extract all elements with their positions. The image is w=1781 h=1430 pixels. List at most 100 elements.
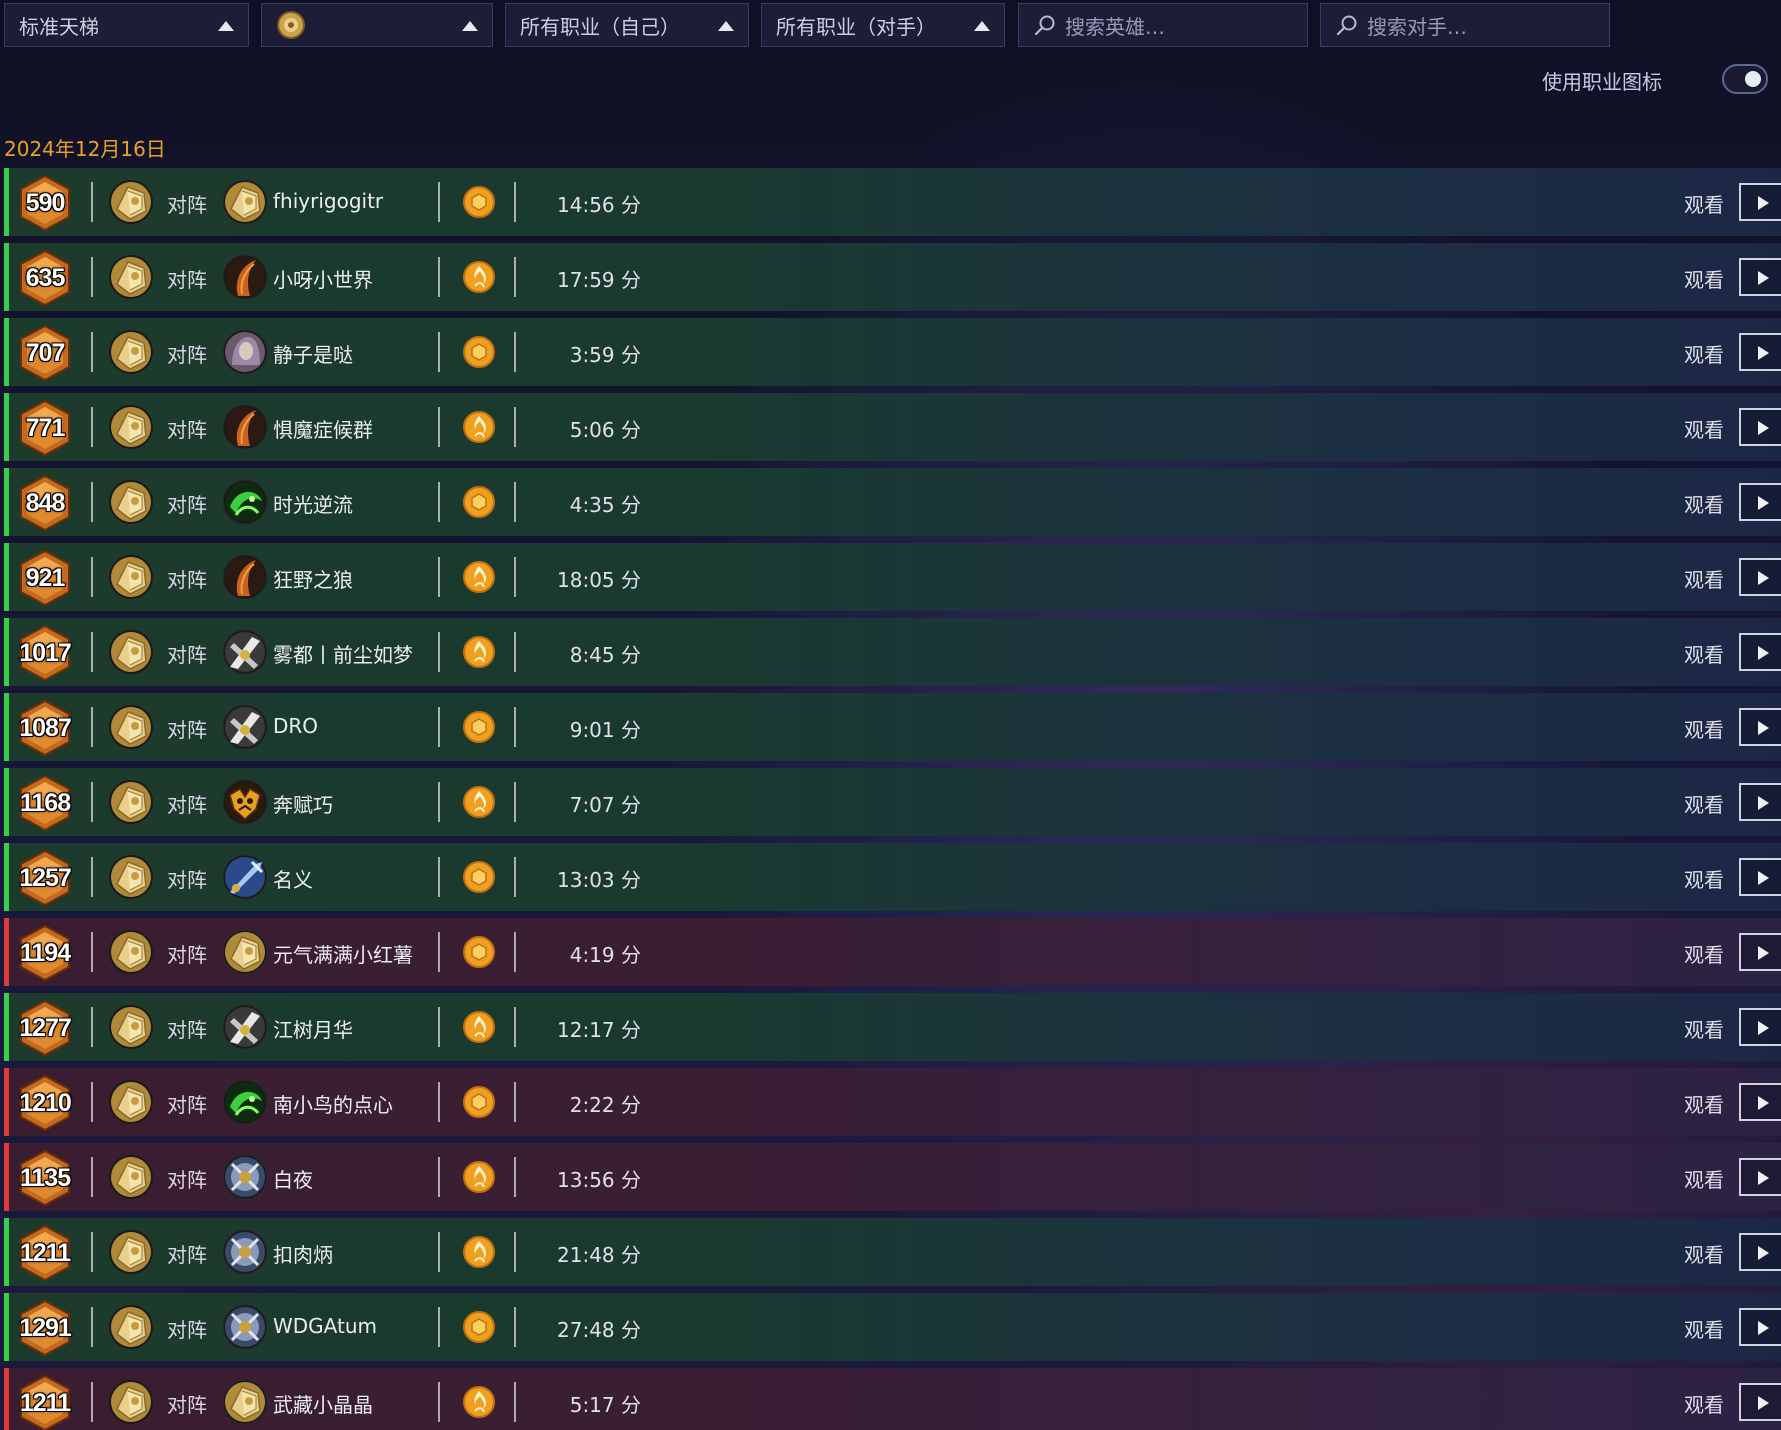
- match-row[interactable]: 1291 对阵 WDGAtum 27:48 分 观看: [4, 1293, 1781, 1361]
- watch-button[interactable]: [1739, 1083, 1781, 1121]
- watch-button[interactable]: [1739, 1008, 1781, 1046]
- watch-label[interactable]: 观看: [1684, 714, 1724, 743]
- match-row[interactable]: 635 对阵 小呀小世界 17:59 分 观看: [4, 243, 1781, 311]
- match-row[interactable]: 1087 对阵 DRO 9:01 分 观看: [4, 693, 1781, 761]
- watch-label[interactable]: 观看: [1684, 789, 1724, 818]
- result-indicator: [4, 1068, 9, 1136]
- caret-up-icon: [462, 21, 478, 31]
- watch-label[interactable]: 观看: [1684, 1239, 1724, 1268]
- result-indicator: [4, 1293, 9, 1361]
- class-self-dropdown[interactable]: 所有职业（自己）: [505, 3, 749, 47]
- vs-label: 对阵: [167, 1243, 207, 1267]
- match-row[interactable]: 1277 对阵 江树月华 12:17 分 观看: [4, 993, 1781, 1061]
- divider: [514, 332, 516, 372]
- watch-label[interactable]: 观看: [1684, 639, 1724, 668]
- watch-label[interactable]: 观看: [1684, 414, 1724, 443]
- opponent-name: 时光逆流: [273, 493, 353, 517]
- rank-badge: 1210: [18, 1074, 72, 1132]
- divider: [514, 1232, 516, 1272]
- watch-label[interactable]: 观看: [1684, 339, 1724, 368]
- rank-badge: 921: [18, 549, 72, 607]
- opponent-name: 静子是哒: [273, 343, 353, 367]
- divider: [91, 557, 93, 597]
- match-row[interactable]: 590 对阵 fhiyrigogitr 14:56 分 观看: [4, 168, 1781, 236]
- match-row[interactable]: 1194 对阵 元气满满小红薯 4:19 分 观看: [4, 918, 1781, 986]
- rogue-hero-icon: [222, 254, 268, 300]
- watch-button[interactable]: [1739, 1158, 1781, 1196]
- watch-button[interactable]: [1739, 933, 1781, 971]
- watch-button[interactable]: [1739, 708, 1781, 746]
- match-row[interactable]: 707 对阵 静子是哒 3:59 分 观看: [4, 318, 1781, 386]
- watch-label[interactable]: 观看: [1684, 1164, 1724, 1193]
- watch-button[interactable]: [1739, 858, 1781, 896]
- rank-number: 1211: [19, 1239, 71, 1267]
- watch-label[interactable]: 观看: [1684, 1314, 1724, 1343]
- play-icon: [1758, 271, 1769, 285]
- vs-label: 对阵: [167, 718, 207, 742]
- rank-type-dropdown[interactable]: [261, 3, 493, 47]
- play-icon: [1758, 1246, 1769, 1260]
- play-icon: [1758, 1321, 1769, 1335]
- divider: [438, 857, 440, 897]
- match-row[interactable]: 1135 对阵 白夜 13:56 分 观看: [4, 1143, 1781, 1211]
- watch-label[interactable]: 观看: [1684, 939, 1724, 968]
- match-row[interactable]: 1257 对阵 名义 13:03 分 观看: [4, 843, 1781, 911]
- rogue-hero-icon: [222, 404, 268, 450]
- class-opponent-dropdown[interactable]: 所有职业（对手）: [761, 3, 1005, 47]
- result-indicator: [4, 843, 9, 911]
- watch-label[interactable]: 观看: [1684, 1389, 1724, 1418]
- class-icon-toggle[interactable]: [1722, 64, 1768, 94]
- watch-button[interactable]: [1739, 633, 1781, 671]
- rank-number: 707: [25, 339, 66, 367]
- watch-label[interactable]: 观看: [1684, 1014, 1724, 1043]
- watch-button[interactable]: [1739, 483, 1781, 521]
- match-row[interactable]: 1017 对阵 雾都丨前尘如梦 8:45 分 观看: [4, 618, 1781, 686]
- rank-badge: 848: [18, 474, 72, 532]
- match-row[interactable]: 771 对阵 惧魔症候群 5:06 分 观看: [4, 393, 1781, 461]
- watch-button[interactable]: [1739, 1308, 1781, 1346]
- match-row[interactable]: 1211 对阵 扣肉炳 21:48 分 观看: [4, 1218, 1781, 1286]
- watch-label[interactable]: 观看: [1684, 264, 1724, 293]
- watch-button[interactable]: [1739, 408, 1781, 446]
- watch-button[interactable]: [1739, 558, 1781, 596]
- watch-button[interactable]: [1739, 333, 1781, 371]
- watch-label[interactable]: 观看: [1684, 489, 1724, 518]
- divider: [438, 1307, 440, 1347]
- flame-coin-icon: [462, 260, 496, 294]
- watch-button[interactable]: [1739, 183, 1781, 221]
- watch-button[interactable]: [1739, 1383, 1781, 1421]
- search-hero-input[interactable]: 搜索英雄…: [1018, 3, 1308, 47]
- mode-dropdown[interactable]: 标准天梯: [4, 3, 249, 47]
- search-opponent-input[interactable]: 搜索对手…: [1320, 3, 1610, 47]
- match-row[interactable]: 1211 对阵 武藏小晶晶 5:17 分 观看: [4, 1368, 1781, 1430]
- watch-button[interactable]: [1739, 258, 1781, 296]
- warrior-hero-icon: [222, 629, 268, 675]
- play-icon: [1758, 946, 1769, 960]
- watch-label[interactable]: 观看: [1684, 1089, 1724, 1118]
- watch-button[interactable]: [1739, 783, 1781, 821]
- match-row[interactable]: 848 对阵 时光逆流 4:35 分 观看: [4, 468, 1781, 536]
- match-row[interactable]: 1210 对阵 南小鸟的点心 2:22 分 观看: [4, 1068, 1781, 1136]
- play-icon: [1758, 346, 1769, 360]
- play-icon: [1758, 1021, 1769, 1035]
- divider: [438, 632, 440, 672]
- match-row[interactable]: 921 对阵 狂野之狼 18:05 分 观看: [4, 543, 1781, 611]
- caret-up-icon: [718, 21, 734, 31]
- my-hero-icon: [108, 779, 154, 825]
- watch-label[interactable]: 观看: [1684, 189, 1724, 218]
- divider: [91, 632, 93, 672]
- rank-badge: 1135: [18, 1149, 72, 1207]
- coin-icon: [462, 1085, 496, 1119]
- watch-label[interactable]: 观看: [1684, 864, 1724, 893]
- match-duration: 4:19 分: [569, 943, 641, 967]
- my-hero-icon: [108, 1154, 154, 1200]
- divider: [514, 1082, 516, 1122]
- watch-button[interactable]: [1739, 1233, 1781, 1271]
- match-row[interactable]: 1168 对阵 奔赋巧 7:07 分 观看: [4, 768, 1781, 836]
- watch-label[interactable]: 观看: [1684, 564, 1724, 593]
- match-duration: 4:35 分: [569, 493, 641, 517]
- divider: [91, 932, 93, 972]
- match-duration: 18:05 分: [557, 568, 641, 592]
- my-hero-icon: [108, 629, 154, 675]
- divider: [438, 332, 440, 372]
